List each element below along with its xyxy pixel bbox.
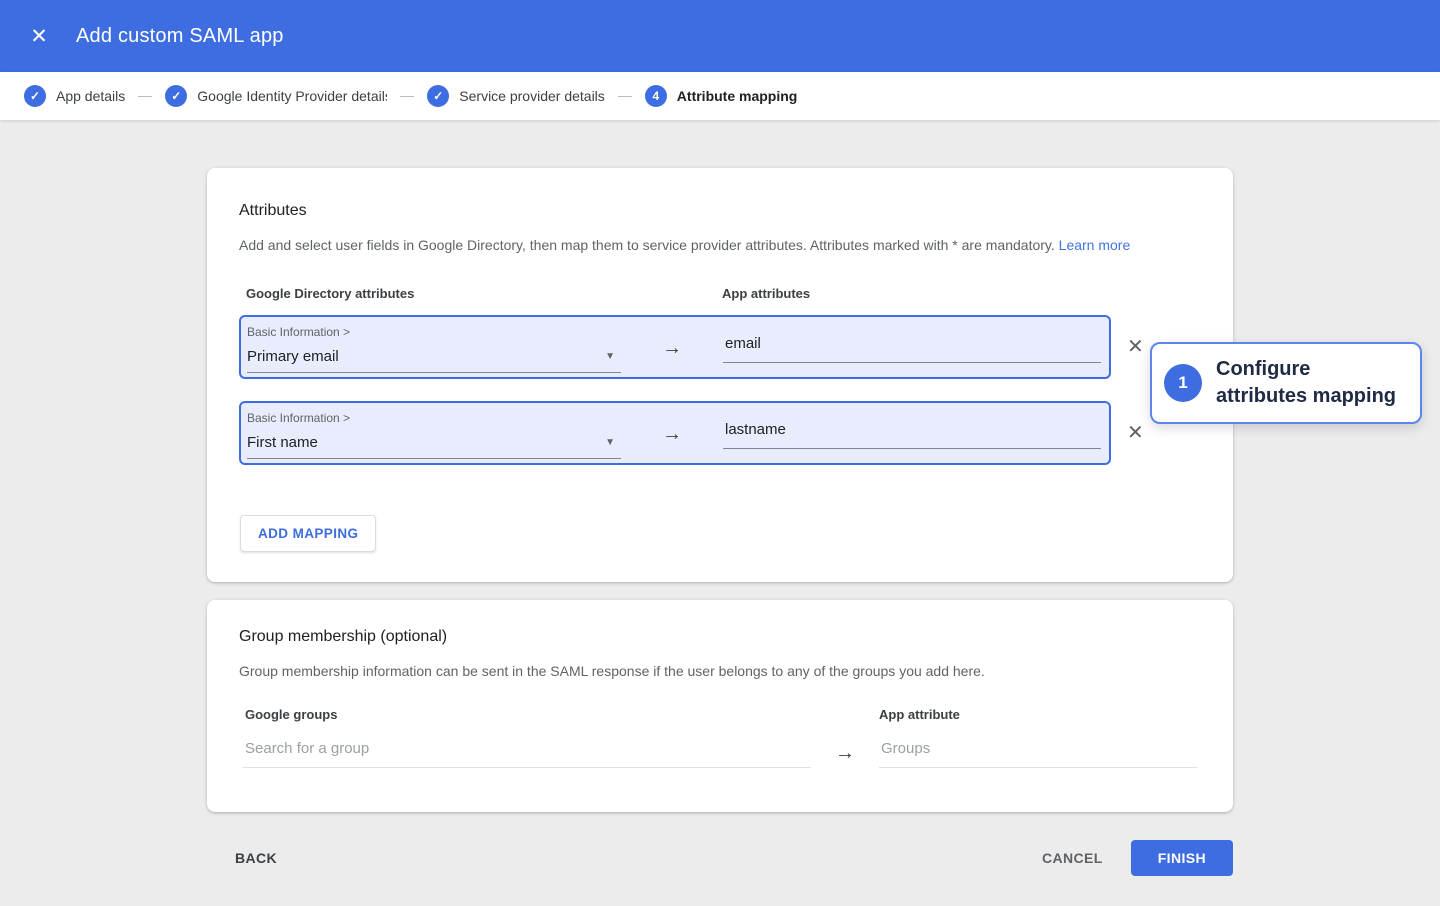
cancel-button[interactable]: CANCEL [1042,850,1103,866]
app-attributes-header: App attributes [722,286,1201,301]
configure-mapping-callout: 1 Configure attributes mapping [1150,342,1422,424]
mapping-row-highlight: Basic Information > Primary email ▼ → [239,315,1111,379]
page-title: Add custom SAML app [76,25,284,48]
app-attribute-field-wrap [723,421,1101,449]
remove-mapping-icon[interactable]: ✕ [1127,337,1144,357]
back-button[interactable]: BACK [235,850,277,866]
finish-button[interactable]: FINISH [1131,840,1233,876]
close-icon[interactable]: ✕ [26,26,52,47]
groups-attribute-input[interactable] [879,736,1197,768]
group-search-wrap [239,736,811,768]
group-arrow-cell: → [811,736,879,765]
step-label: Service provider details [459,88,605,104]
attributes-card: Attributes Add and select user fields in… [207,168,1233,582]
arrow-right-icon: → [835,742,855,764]
footer-actions: BACK CANCEL FINISH [207,840,1233,906]
step-check-icon: ✓ [24,85,46,107]
group-card-title: Group membership (optional) [239,628,1201,646]
arrow-right-icon: → [662,423,682,446]
mapping-row: Basic Information > First name ▼ → ✕ [239,401,1201,465]
group-header-spacer [811,707,879,722]
step-label: Attribute mapping [677,88,798,104]
step-check-icon: ✓ [165,85,187,107]
attributes-column-headers: Google Directory attributes App attribut… [239,286,1201,301]
groups-attribute-wrap [879,736,1197,768]
directory-attribute-select[interactable]: Basic Information > First name ▼ [247,411,621,459]
arrow-right-icon: → [662,337,682,360]
attribute-category-label: Basic Information > [247,411,621,425]
step-separator [618,96,632,97]
group-card-description: Group membership information can be sent… [239,662,1201,682]
attribute-value-label: First name [247,434,318,451]
attributes-card-description: Add and select user fields in Google Dir… [239,236,1201,256]
app-attribute-field-wrap [723,335,1101,363]
attributes-description-text: Add and select user fields in Google Dir… [239,237,1055,253]
step-service-provider-details[interactable]: ✓ Service provider details [427,85,605,107]
app-attribute-input[interactable] [723,335,1101,363]
step-check-icon: ✓ [427,85,449,107]
google-groups-header: Google groups [239,707,811,722]
group-column-headers: Google groups App attribute [239,707,1201,722]
mapping-row-highlight: Basic Information > First name ▼ → [239,401,1111,465]
learn-more-link[interactable]: Learn more [1059,237,1131,253]
step-separator [400,96,414,97]
mapping-row: Basic Information > Primary email ▼ → ✕ [239,315,1201,379]
app-header: ✕ Add custom SAML app [0,0,1440,72]
attribute-value-label: Primary email [247,348,339,365]
attribute-category-label: Basic Information > [247,325,621,339]
remove-mapping-icon[interactable]: ✕ [1127,423,1144,443]
dropdown-arrow-icon: ▼ [605,437,615,448]
step-attribute-mapping[interactable]: 4 Attribute mapping [645,85,798,107]
step-google-idp-details[interactable]: ✓ Google Identity Provider details [165,85,387,107]
dropdown-arrow-icon: ▼ [605,351,615,362]
group-membership-card: Group membership (optional) Group member… [207,600,1233,813]
step-separator [138,96,152,97]
google-directory-attributes-header: Google Directory attributes [239,286,722,301]
callout-text: Configure attributes mapping [1216,356,1402,410]
mapping-arrow-cell: → [621,325,723,373]
page: ✕ Add custom SAML app ✓ App details ✓ Go… [0,0,1440,900]
mapping-arrow-cell: → [621,411,723,459]
add-mapping-button[interactable]: ADD MAPPING [240,515,376,552]
directory-attribute-select[interactable]: Basic Information > Primary email ▼ [247,325,621,373]
step-number: 4 [645,85,667,107]
step-app-details[interactable]: ✓ App details [24,85,125,107]
app-attribute-header: App attribute [879,707,1197,722]
main-content: Attributes Add and select user fields in… [207,168,1233,906]
app-attribute-input[interactable] [723,421,1101,449]
group-search-input[interactable] [243,736,811,768]
footer-right-actions: CANCEL FINISH [1042,840,1233,876]
attributes-card-title: Attributes [239,202,1201,220]
step-label: Google Identity Provider details [197,88,387,104]
stepper: ✓ App details ✓ Google Identity Provider… [0,72,1440,120]
callout-step-badge: 1 [1164,364,1202,402]
group-fields-row: → [239,736,1201,768]
step-label: App details [56,88,125,104]
